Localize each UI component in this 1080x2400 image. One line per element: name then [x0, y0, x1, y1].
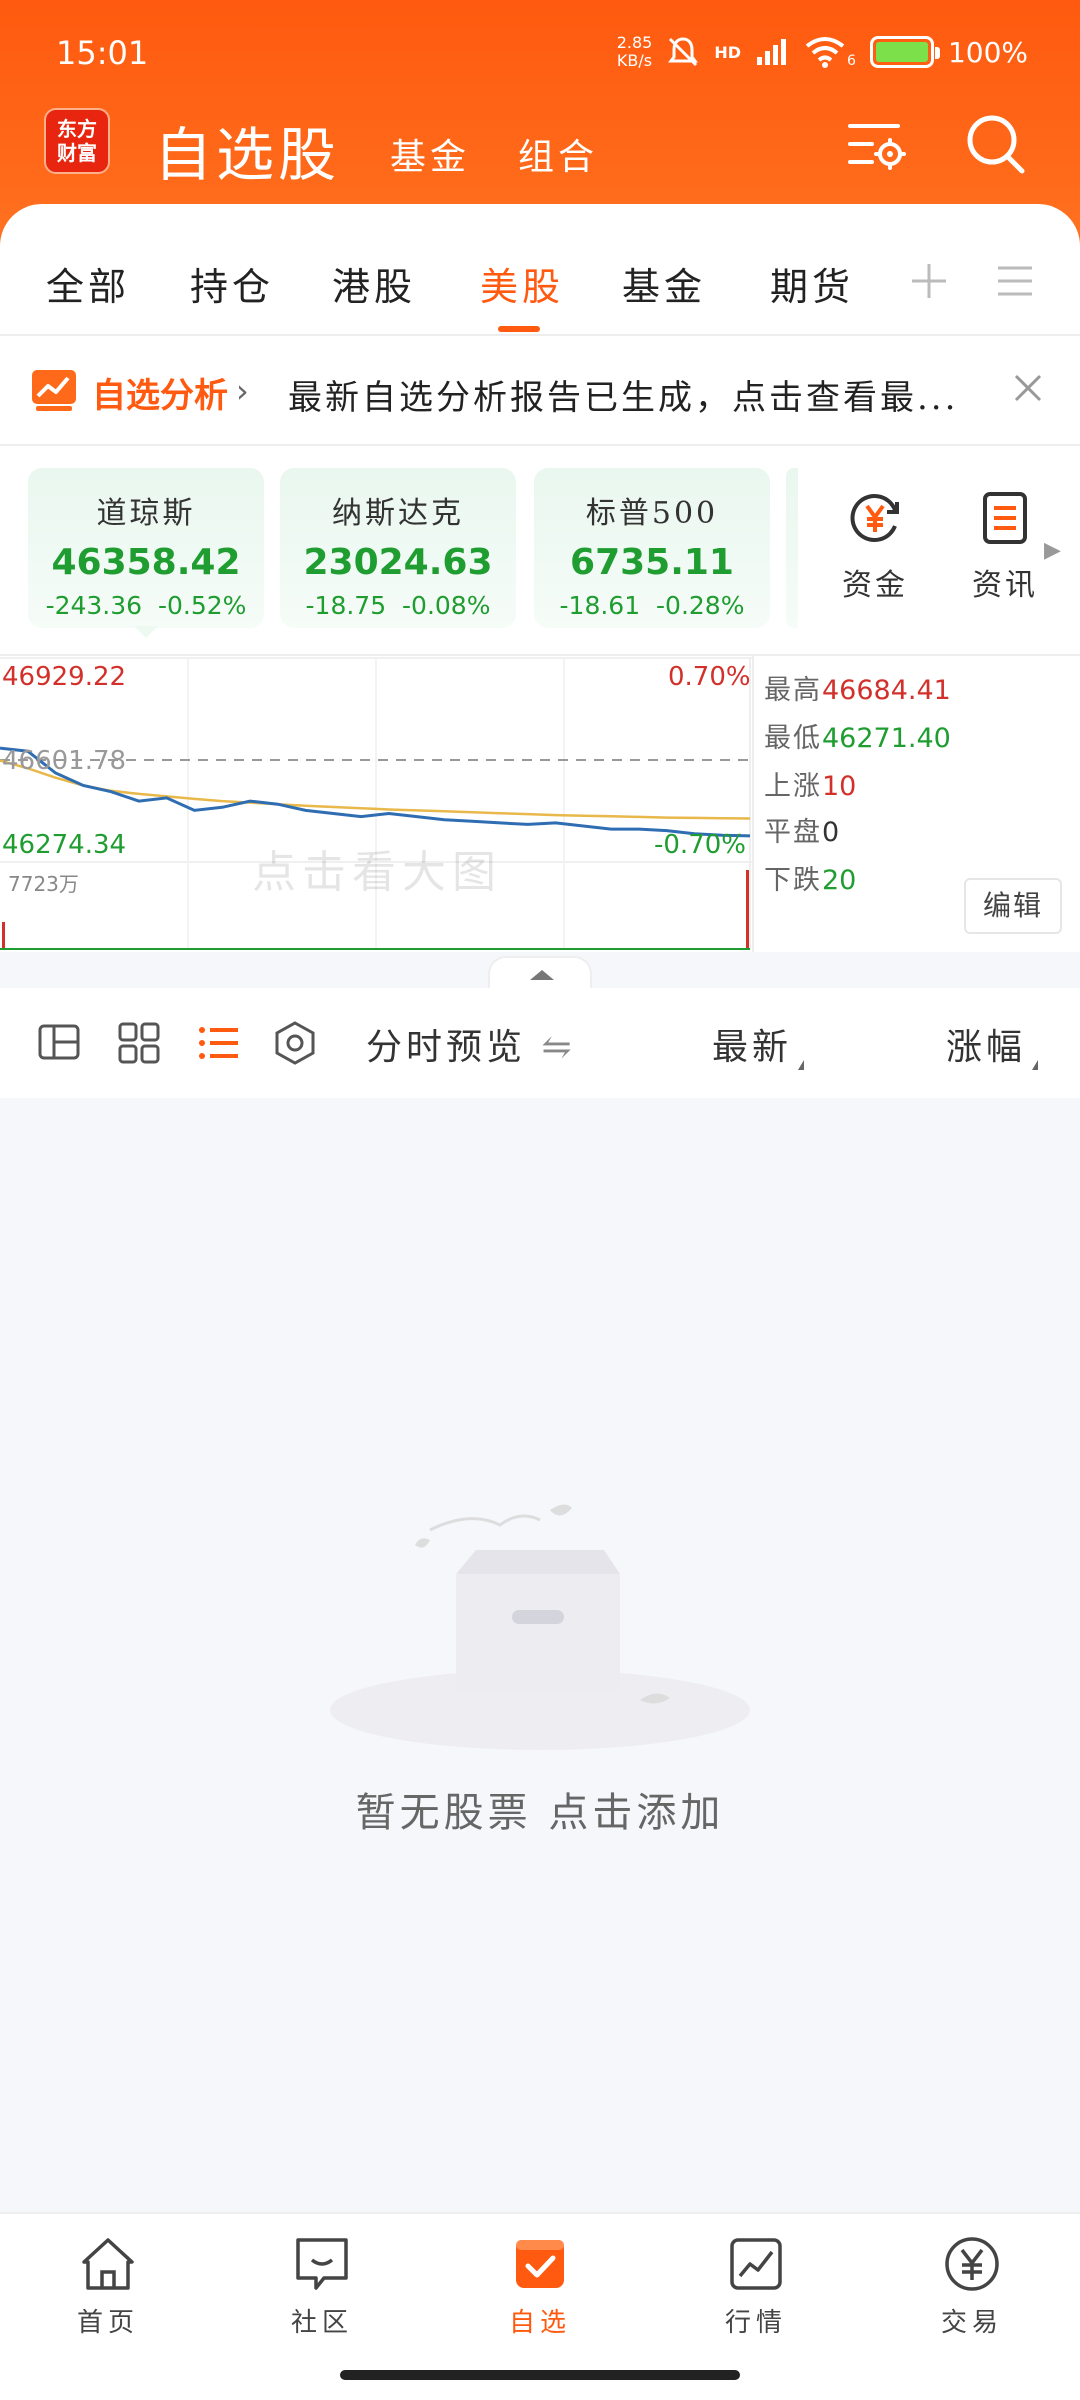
- index-card-nasdaq[interactable]: 纳斯达克 23024.63 -18.75 -0.08%: [280, 468, 516, 628]
- stat-high: 最高46684.41: [764, 675, 951, 706]
- index-strip: 道琼斯 46358.42 -243.36 -0.52% 纳斯达克 23024.6…: [0, 446, 1080, 656]
- network-label: HD: [714, 42, 742, 62]
- signal-icon: [757, 39, 787, 65]
- search-icon[interactable]: [960, 110, 1030, 180]
- manage-tabs-icon[interactable]: [990, 256, 1040, 306]
- page-title: 自选股: [154, 121, 341, 189]
- nav-community[interactable]: 社区: [252, 2232, 392, 2339]
- pct-min-label: -0.70%: [654, 830, 746, 860]
- stat-low: 最低46271.40: [764, 723, 951, 754]
- chevron-right-icon: ›: [236, 372, 249, 410]
- news-doc-icon: [983, 492, 1027, 544]
- category-tabs: 全部 持仓 港股 美股 基金 期货: [0, 220, 1080, 336]
- stat-down-count: 下跌20: [764, 865, 857, 896]
- wifi-icon: [805, 37, 845, 68]
- tab-futures[interactable]: 期货: [770, 256, 854, 311]
- status-time: 15:01: [56, 34, 149, 72]
- analysis-banner[interactable]: 自选分析 › 最新自选分析报告已生成，点击查看最...: [0, 336, 1080, 444]
- sort-indicator-icon: [798, 1060, 805, 1070]
- volume-label: 7723万: [8, 872, 79, 896]
- pct-max-label: 0.70%: [668, 662, 751, 692]
- intraday-chart[interactable]: 46929.22 46601.78 46274.34 0.70% -0.70% …: [0, 656, 1080, 952]
- collapse-chart-handle[interactable]: [488, 956, 592, 990]
- banner-message: 最新自选分析报告已生成，点击查看最...: [288, 378, 959, 418]
- list-toolbar: 分时预览 ⇋ 最新 涨幅: [0, 988, 1080, 1098]
- stat-up-count: 上涨10: [764, 771, 857, 802]
- battery-percent: 100%: [947, 35, 1028, 69]
- nav-trade[interactable]: 交易: [902, 2232, 1042, 2339]
- watchlist-icon: [516, 2240, 564, 2288]
- index-card-dow[interactable]: 道琼斯 46358.42 -243.36 -0.52%: [28, 468, 264, 628]
- net-speed: 2.85 KB/s: [616, 33, 653, 70]
- nav-market[interactable]: 行情: [686, 2232, 826, 2339]
- tab-holdings[interactable]: 持仓: [190, 256, 274, 311]
- settings-hex-icon[interactable]: [270, 1018, 320, 1068]
- intraday-preview-toggle[interactable]: 分时预览 ⇋: [366, 1018, 576, 1070]
- settings-icon[interactable]: [842, 110, 912, 180]
- trade-yen-icon: [945, 2237, 999, 2291]
- tab-all[interactable]: 全部: [46, 256, 130, 311]
- status-indicators: 2.85 KB/s HD 6 100%: [617, 30, 1028, 74]
- news-button[interactable]: 资讯: [960, 490, 1050, 604]
- wifi-badge: 6: [847, 53, 856, 69]
- battery-icon: [869, 36, 940, 68]
- y-mid-label: 46601.78: [2, 746, 127, 776]
- chart-canvas: [0, 657, 752, 950]
- home-icon: [82, 2238, 134, 2290]
- y-max-label: 46929.22: [2, 662, 127, 692]
- community-icon: [296, 2238, 348, 2290]
- add-tab-icon[interactable]: [904, 256, 954, 306]
- list-view-icon[interactable]: [194, 1018, 244, 1068]
- capital-button[interactable]: 资金: [830, 490, 920, 604]
- index-card-next[interactable]: [786, 468, 798, 628]
- empty-box-illustration[interactable]: [320, 1500, 760, 1760]
- capital-yen-icon: [850, 494, 899, 542]
- app-logo[interactable]: 东方 财富: [44, 108, 110, 174]
- nav-watchlist[interactable]: 自选: [470, 2232, 610, 2339]
- scroll-right-arrow-icon[interactable]: ▶: [1044, 538, 1061, 563]
- tab-portfolio[interactable]: 组合: [518, 128, 598, 180]
- tab-hk-stocks[interactable]: 港股: [332, 256, 416, 311]
- tab-us-stocks[interactable]: 美股: [480, 256, 564, 311]
- home-indicator[interactable]: [340, 2370, 740, 2380]
- index-card-sp500[interactable]: 标普500 6735.11 -18.61 -0.28%: [534, 468, 770, 628]
- banner-title: 自选分析: [92, 376, 228, 416]
- tab-fund[interactable]: 基金: [390, 128, 470, 180]
- y-min-label: 46274.34: [2, 830, 127, 860]
- grid-view-icon[interactable]: [114, 1018, 164, 1068]
- market-chart-icon: [730, 2238, 782, 2290]
- active-tab-indicator: [498, 326, 540, 332]
- close-icon[interactable]: [1010, 370, 1046, 406]
- chart-watermark: 点击看大图: [252, 847, 502, 898]
- selected-index-pointer: [134, 626, 158, 638]
- mute-bell-icon: [668, 37, 699, 67]
- status-bar: 15:01 2.85 KB/s HD 6 100%: [0, 0, 1080, 100]
- sort-indicator-icon: [1032, 1060, 1039, 1070]
- nav-home[interactable]: 首页: [38, 2232, 178, 2339]
- edit-button[interactable]: 编辑: [964, 878, 1062, 934]
- chart-divider: [752, 656, 754, 952]
- card-view-icon[interactable]: [34, 1018, 84, 1068]
- chart-grid: [0, 657, 752, 950]
- stat-flat-count: 平盘0: [764, 817, 840, 848]
- sort-change[interactable]: 涨幅: [946, 1018, 1039, 1070]
- tab-funds[interactable]: 基金: [622, 256, 706, 311]
- sort-latest[interactable]: 最新: [712, 1018, 805, 1070]
- analysis-chart-icon: [32, 370, 76, 411]
- empty-state-message[interactable]: 暂无股票 点击添加: [0, 1780, 1080, 1838]
